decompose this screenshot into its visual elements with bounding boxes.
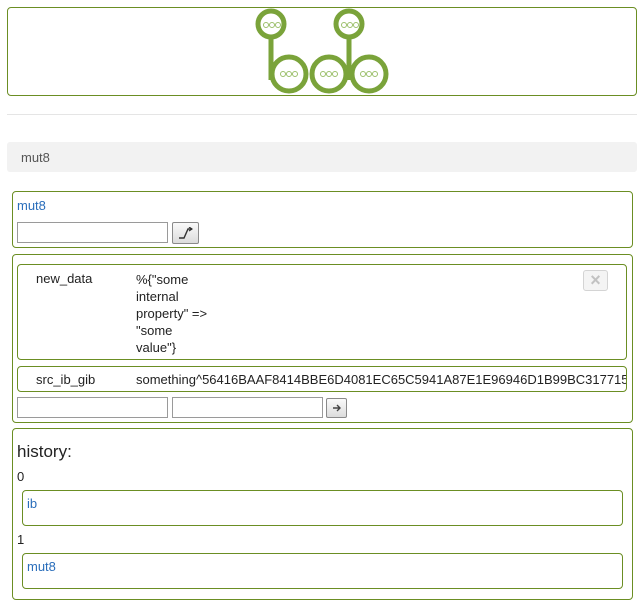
history-item[interactable]: mut8 [22,553,623,589]
new-prop-value-input[interactable] [172,397,323,418]
new-prop-key-input[interactable] [17,397,168,418]
props-panel: new_data %{"some internal property" => "… [12,254,633,423]
prop-value-src-ib-gib: something^56416BAAF8414BBE6D4081EC65C594… [136,372,627,387]
prop-key-new-data: new_data [36,271,93,286]
mut8-input[interactable] [17,222,168,243]
history-item-label[interactable]: mut8 [27,559,56,574]
history-panel: history: 0 ib 1 mut8 [12,428,633,600]
history-item[interactable]: ib [22,490,623,526]
add-arrow-icon [332,404,341,412]
header-divider [7,114,637,115]
branch-icon [179,227,193,239]
prop-value-new-data: %{"some internal property" => "some valu… [136,272,208,355]
history-title: history: [17,442,72,461]
remove-prop-button[interactable]: × [583,270,608,291]
breadcrumb-label[interactable]: mut8 [21,150,50,165]
close-icon: × [590,270,601,290]
prop-key-src-ib-gib: src_ib_gib [36,372,96,387]
prop-row-src-ib-gib: src_ib_gib something^56416BAAF8414BBE6D4… [17,366,627,392]
header-logo-panel [7,7,637,96]
branch-button[interactable] [172,222,199,244]
history-index: 1 [17,532,25,547]
history-index: 0 [17,469,25,484]
mut8-panel-title[interactable]: mut8 [17,198,46,213]
ibgib-logo-icon[interactable] [252,8,394,95]
breadcrumb: mut8 [7,142,637,172]
prop-row-new-data: new_data %{"some internal property" => "… [17,264,627,360]
add-prop-button[interactable] [326,398,347,418]
history-item-label[interactable]: ib [27,496,37,511]
mut8-panel: mut8 [12,191,633,248]
